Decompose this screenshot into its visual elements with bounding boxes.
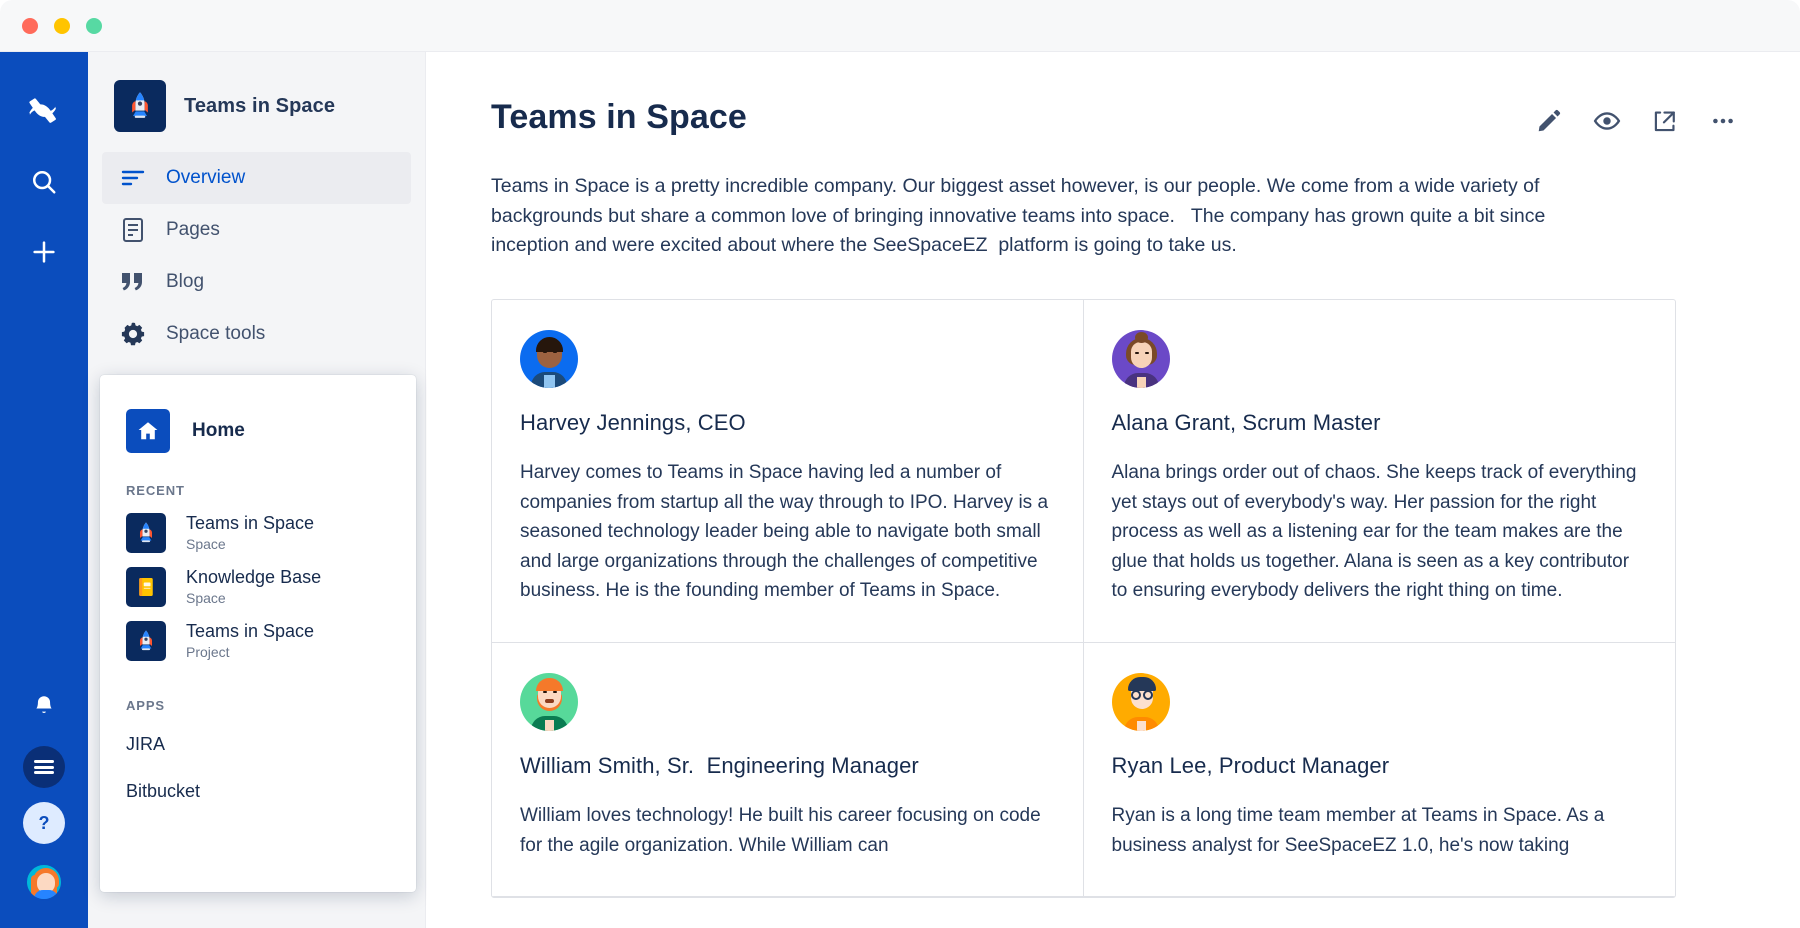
page-document-icon (120, 217, 146, 243)
recent-spaces-dropdown: Home RECENT Teams in Spa (100, 375, 416, 892)
overview-lines-icon (120, 165, 146, 191)
team-member-card: Harvey Jennings, CEO Harvey comes to Tea… (492, 300, 1084, 643)
pencil-icon (1536, 108, 1562, 139)
page-title: Teams in Space (491, 98, 747, 137)
dropdown-section-recent: RECENT (100, 453, 416, 506)
sidebar-item-label: Pages (166, 219, 220, 241)
avatar (1112, 330, 1170, 388)
dropdown-recent-subtitle: Space (186, 536, 314, 553)
notifications-button[interactable] (20, 684, 68, 732)
share-page-button[interactable] (1650, 108, 1680, 138)
space-nav-list: Overview Pages (88, 152, 425, 360)
app-switcher-button[interactable] (23, 746, 65, 788)
close-window-button[interactable] (22, 18, 38, 34)
space-name: Teams in Space (184, 95, 335, 118)
page-header: Teams in Space (491, 98, 1744, 138)
member-name: Alana Grant, Scrum Master (1112, 410, 1642, 436)
page-intro-paragraph: Teams in Space is a pretty incredible co… (491, 172, 1596, 261)
quote-icon (120, 269, 146, 295)
member-bio: William loves technology! He built his c… (520, 801, 1049, 860)
gear-icon (120, 321, 146, 347)
eye-icon (1593, 107, 1621, 140)
sidebar-item-blog[interactable]: Blog (102, 256, 411, 308)
space-header[interactable]: Teams in Space (88, 52, 425, 132)
sidebar-item-label: Blog (166, 271, 204, 293)
search-icon (29, 167, 59, 202)
watch-page-button[interactable] (1592, 108, 1622, 138)
bell-icon (31, 693, 57, 724)
dropdown-item-home[interactable]: Home (100, 375, 416, 453)
home-icon (126, 409, 170, 453)
member-bio: Harvey comes to Teams in Space having le… (520, 458, 1049, 606)
book-icon (126, 567, 166, 607)
sidebar-item-space-tools[interactable]: Space tools (102, 308, 411, 360)
main-content: Teams in Space (427, 52, 1800, 928)
dropdown-recent-title: Teams in Space (186, 513, 314, 535)
member-name: Ryan Lee, Product Manager (1112, 753, 1642, 779)
member-bio: Alana brings order out of chaos. She kee… (1112, 458, 1642, 606)
help-icon: ? (39, 814, 50, 832)
create-button[interactable] (20, 230, 68, 278)
sidebar-item-label: Overview (166, 167, 245, 189)
dropdown-app-jira[interactable]: JIRA (100, 721, 416, 768)
page-actions (1534, 98, 1744, 138)
rocket-icon (114, 80, 166, 132)
dropdown-recent-item[interactable]: Knowledge Base Space (100, 560, 416, 614)
member-bio: Ryan is a long time team member at Teams… (1112, 801, 1642, 860)
avatar (520, 330, 578, 388)
app-window: ? (0, 0, 1800, 928)
minimize-window-button[interactable] (54, 18, 70, 34)
member-name: Harvey Jennings, CEO (520, 410, 1049, 436)
global-sidebar: ? (0, 52, 88, 928)
dropdown-item-label: Home (192, 420, 245, 442)
confluence-logo-button[interactable] (20, 90, 68, 138)
rocket-icon (126, 621, 166, 661)
dropdown-recent-item[interactable]: Teams in Space Space (100, 506, 416, 560)
maximize-window-button[interactable] (86, 18, 102, 34)
dropdown-recent-item[interactable]: Teams in Space Project (100, 614, 416, 668)
plus-icon (29, 237, 59, 272)
window-titlebar (0, 0, 1800, 52)
dropdown-recent-title: Teams in Space (186, 621, 314, 643)
dropdown-recent-subtitle: Project (186, 644, 314, 661)
team-members-grid: Harvey Jennings, CEO Harvey comes to Tea… (491, 299, 1676, 898)
sidebar-item-pages[interactable]: Pages (102, 204, 411, 256)
share-icon (1652, 108, 1678, 139)
edit-page-button[interactable] (1534, 108, 1564, 138)
search-button[interactable] (20, 160, 68, 208)
help-button[interactable]: ? (23, 802, 65, 844)
avatar (1112, 673, 1170, 731)
more-actions-button[interactable] (1708, 108, 1738, 138)
avatar-icon (25, 863, 63, 901)
dropdown-app-bitbucket[interactable]: Bitbucket (100, 768, 416, 815)
sidebar-item-overview[interactable]: Overview (102, 152, 411, 204)
confluence-logo-icon (27, 95, 61, 134)
dropdown-recent-title: Knowledge Base (186, 567, 321, 589)
menu-icon (34, 758, 54, 777)
team-member-card: William Smith, Sr. Engineering Manager W… (492, 643, 1084, 897)
avatar (520, 673, 578, 731)
traffic-lights (22, 18, 102, 34)
dropdown-section-apps: APPS (100, 668, 416, 721)
member-name: William Smith, Sr. Engineering Manager (520, 753, 1049, 779)
dropdown-recent-subtitle: Space (186, 590, 321, 607)
more-horizontal-icon (1710, 108, 1736, 139)
profile-button[interactable] (20, 858, 68, 906)
sidebar-item-label: Space tools (166, 323, 265, 345)
team-member-card: Ryan Lee, Product Manager Ryan is a long… (1084, 643, 1676, 897)
rocket-icon (126, 513, 166, 553)
team-member-card: Alana Grant, Scrum Master Alana brings o… (1084, 300, 1676, 643)
